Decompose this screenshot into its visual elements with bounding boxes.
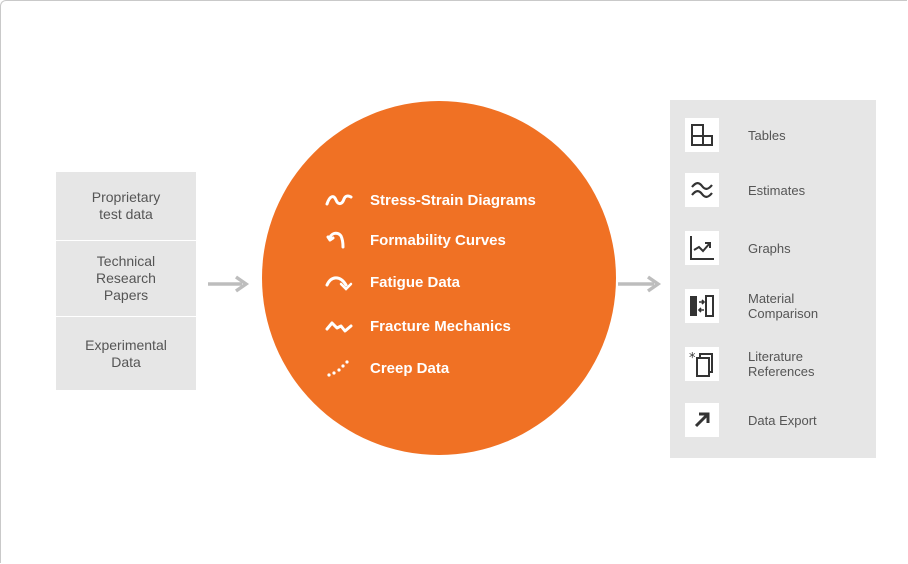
sources-panel: Proprietary test data Technical Research… — [56, 172, 196, 390]
center-item-label: Stress-Strain Diagrams — [370, 191, 536, 209]
references-icon: * — [685, 347, 719, 381]
output-literature-references: * Literature References — [685, 347, 814, 381]
output-label: Literature References — [748, 349, 815, 379]
output-tables: Tables — [685, 118, 786, 152]
dotted-curve-icon — [327, 360, 349, 377]
approx-icon — [685, 173, 719, 207]
center-item-stress-strain: Stress-Strain Diagrams — [324, 188, 536, 212]
output-label: Data Export — [748, 412, 817, 428]
center-item-fracture: Fracture Mechanics — [324, 314, 511, 338]
output-label: Graphs — [748, 240, 791, 256]
source-experimental-data: Experimental Data — [85, 336, 167, 370]
table-icon — [685, 118, 719, 152]
right-arrow-icon — [618, 275, 662, 293]
output-material-comparison: Material Comparison — [685, 289, 818, 323]
svg-text:*: * — [689, 351, 696, 366]
export-arrow-icon — [685, 403, 719, 437]
center-item-formability: Formability Curves — [324, 228, 506, 252]
curved-arrow-icon — [325, 276, 353, 291]
loop-curve-icon — [326, 231, 345, 249]
wave-icon — [325, 194, 353, 206]
comparison-icon — [685, 289, 719, 323]
graph-icon — [685, 231, 719, 265]
output-graphs: Graphs — [685, 231, 791, 265]
output-estimates: Estimates — [685, 173, 805, 207]
source-technical-research-papers: Technical Research Papers — [96, 253, 156, 303]
source-proprietary-test-data: Proprietary test data — [91, 189, 161, 222]
right-arrow-icon — [208, 275, 250, 293]
output-label: Material Comparison — [748, 291, 819, 321]
center-item-label: Creep Data — [370, 359, 450, 377]
output-data-export: Data Export — [685, 403, 817, 437]
output-label: Estimates — [748, 182, 806, 198]
center-item-label: Formability Curves — [370, 231, 506, 249]
center-item-label: Fatigue Data — [370, 273, 461, 291]
center-item-fatigue: Fatigue Data — [324, 270, 460, 294]
center-item-creep: Creep Data — [324, 356, 449, 380]
zigzag-icon — [325, 321, 353, 333]
center-item-label: Fracture Mechanics — [370, 317, 511, 335]
output-label: Tables — [748, 127, 786, 143]
